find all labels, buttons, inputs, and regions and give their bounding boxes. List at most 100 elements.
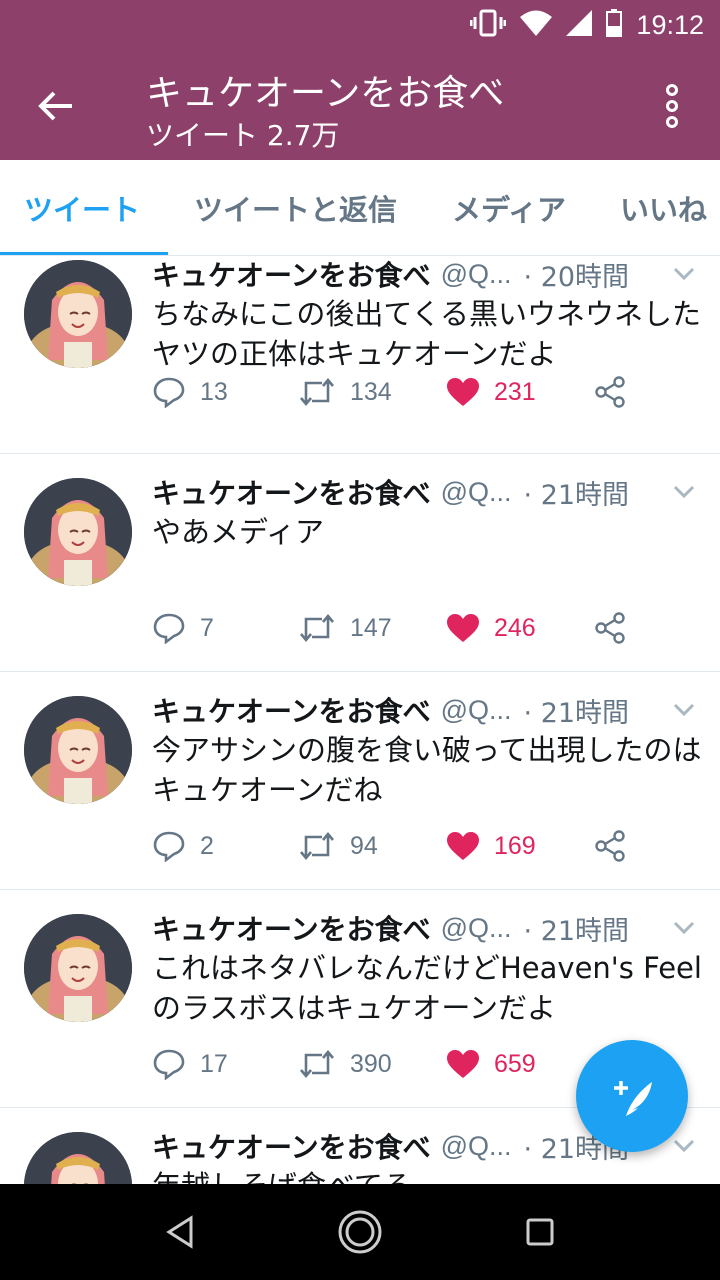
profile-tabs: ツイート ツイートと返信 メディア いいね bbox=[0, 160, 720, 256]
tweet-actions: 17 390 659 bbox=[152, 1044, 652, 1084]
wifi-icon bbox=[520, 10, 553, 40]
reply-count: 17 bbox=[200, 1049, 228, 1078]
retweet-icon bbox=[300, 377, 334, 407]
retweet-icon bbox=[300, 831, 334, 861]
tab-tweets[interactable]: ツイート bbox=[24, 160, 140, 255]
tweet-menu-button[interactable] bbox=[668, 258, 700, 290]
like-button[interactable]: 246 bbox=[446, 608, 536, 648]
retweet-count: 134 bbox=[350, 377, 392, 406]
retweet-button[interactable]: 390 bbox=[298, 1044, 392, 1084]
tab-tweets-and-replies[interactable]: ツイートと返信 bbox=[194, 160, 397, 255]
tweet-author-name[interactable]: キュケオーンをお食べ bbox=[152, 256, 431, 294]
like-button[interactable]: 231 bbox=[446, 372, 536, 412]
tweet[interactable]: キュケオーンをお食べ @Q... · 20時間 ちなみにこの後出てくる黒いウネウ… bbox=[0, 256, 720, 454]
share-button[interactable] bbox=[594, 826, 626, 866]
reply-button[interactable]: 13 bbox=[152, 372, 228, 412]
retweet-icon bbox=[300, 1049, 334, 1079]
tweet-text: 今アサシンの腹を食い破って出現したのはキュケオーンだね bbox=[152, 733, 702, 807]
tweet-actions: 2 94 169 bbox=[152, 826, 652, 866]
overflow-menu-button[interactable] bbox=[654, 80, 690, 132]
nav-back-button[interactable] bbox=[150, 1202, 210, 1262]
avatar[interactable] bbox=[24, 914, 132, 1022]
share-button[interactable] bbox=[594, 372, 626, 412]
tweet-count: ツイート 2.7万 bbox=[146, 119, 340, 152]
heart-icon bbox=[447, 832, 479, 860]
tweet-header: キュケオーンをお食べ @Q... · 21時間 bbox=[152, 690, 700, 730]
tweet-author-name[interactable]: キュケオーンをお食べ bbox=[152, 1126, 431, 1166]
heart-icon bbox=[447, 1050, 479, 1078]
tweet-timestamp: · 21時間 bbox=[523, 915, 630, 947]
tab-likes[interactable]: いいね bbox=[620, 160, 707, 255]
chevron-down-icon bbox=[673, 921, 695, 935]
retweet-count: 390 bbox=[350, 1049, 392, 1078]
reply-button[interactable]: 2 bbox=[152, 826, 214, 866]
tweet-author-handle: @Q... bbox=[440, 912, 512, 943]
tweet-text: 年越しそば食べてる bbox=[152, 1166, 702, 1184]
tweet-timestamp: · 21時間 bbox=[523, 479, 630, 511]
tweet-actions: 7 147 246 bbox=[152, 608, 652, 648]
share-icon bbox=[595, 612, 625, 644]
tweet-author-name[interactable]: キュケオーンをお食べ bbox=[152, 690, 431, 730]
reply-count: 13 bbox=[200, 377, 228, 406]
tweet-actions: 13 134 231 bbox=[152, 372, 652, 412]
retweet-icon bbox=[300, 613, 334, 643]
tweet-menu-button[interactable] bbox=[668, 1130, 700, 1162]
retweet-count: 147 bbox=[350, 613, 392, 642]
reply-count: 7 bbox=[200, 613, 214, 642]
like-count: 246 bbox=[494, 613, 536, 642]
retweet-button[interactable]: 147 bbox=[298, 608, 392, 648]
like-button[interactable]: 659 bbox=[446, 1044, 536, 1084]
tweet-text: これはネタバレなんだけどHeaven's Feelのラスボスはキュケオーンだよ bbox=[152, 951, 702, 1025]
reply-button[interactable]: 17 bbox=[152, 1044, 228, 1084]
tweet[interactable]: キュケオーンをお食べ @Q... · 21時間 今アサシンの腹を食い破って出現し… bbox=[0, 672, 720, 890]
avatar[interactable] bbox=[24, 696, 132, 804]
reply-icon bbox=[153, 1049, 185, 1080]
like-count: 231 bbox=[494, 377, 536, 406]
tweet-header: キュケオーンをお食べ @Q... · 20時間 bbox=[152, 256, 700, 294]
share-icon bbox=[595, 830, 625, 862]
like-button[interactable]: 169 bbox=[446, 826, 536, 866]
battery-icon bbox=[606, 9, 623, 41]
heart-icon bbox=[447, 614, 479, 642]
avatar[interactable] bbox=[24, 260, 132, 368]
retweet-button[interactable]: 94 bbox=[298, 826, 378, 866]
tab-media[interactable]: メディア bbox=[452, 160, 566, 255]
nav-home-button[interactable] bbox=[330, 1202, 390, 1262]
arrow-left-icon bbox=[38, 91, 72, 121]
chevron-down-icon bbox=[673, 703, 695, 717]
share-icon bbox=[595, 376, 625, 408]
status-icons: 19:12 bbox=[469, 8, 704, 42]
share-button[interactable] bbox=[594, 608, 626, 648]
chevron-down-icon bbox=[673, 485, 695, 499]
tweet-text: ちなみにこの後出てくる黒いウネウネしたヤツの正体はキュケオーンだよ bbox=[152, 297, 701, 371]
signal-icon bbox=[566, 10, 593, 40]
tweet-header: キュケオーンをお食べ @Q... · 21時間 bbox=[152, 908, 700, 948]
compose-tweet-button[interactable] bbox=[576, 1040, 688, 1152]
reply-button[interactable]: 7 bbox=[152, 608, 214, 648]
reply-icon bbox=[153, 613, 185, 644]
square-recents-icon bbox=[526, 1218, 554, 1246]
chevron-down-icon bbox=[673, 1139, 695, 1153]
back-button[interactable] bbox=[30, 80, 82, 132]
tweet-text: やあメディア bbox=[152, 515, 324, 549]
tweet-header: キュケオーンをお食べ @Q... · 21時間 bbox=[152, 472, 700, 512]
circle-home-icon bbox=[338, 1210, 382, 1254]
status-bar: 19:12 bbox=[0, 0, 720, 50]
tweet-author-name[interactable]: キュケオーンをお食べ bbox=[152, 472, 431, 512]
triangle-back-icon bbox=[166, 1215, 193, 1249]
tweet-menu-button[interactable] bbox=[668, 912, 700, 944]
system-navigation-bar bbox=[0, 1184, 720, 1280]
avatar[interactable] bbox=[24, 1132, 132, 1184]
avatar[interactable] bbox=[24, 478, 132, 586]
page-title: キュケオーンをお食べ bbox=[146, 73, 505, 114]
tweet-menu-button[interactable] bbox=[668, 476, 700, 508]
nav-recents-button[interactable] bbox=[510, 1202, 570, 1262]
tweet-timestamp: · 20時間 bbox=[523, 261, 630, 293]
tweet-author-name[interactable]: キュケオーンをお食べ bbox=[152, 908, 431, 948]
retweet-button[interactable]: 134 bbox=[298, 372, 392, 412]
tweet-author-handle: @Q... bbox=[440, 694, 512, 725]
tweet[interactable]: キュケオーンをお食べ @Q... · 21時間 やあメディア 7 147 246 bbox=[0, 454, 720, 672]
tweet-menu-button[interactable] bbox=[668, 694, 700, 726]
vibrate-icon bbox=[469, 9, 507, 41]
status-time: 19:12 bbox=[636, 9, 704, 40]
